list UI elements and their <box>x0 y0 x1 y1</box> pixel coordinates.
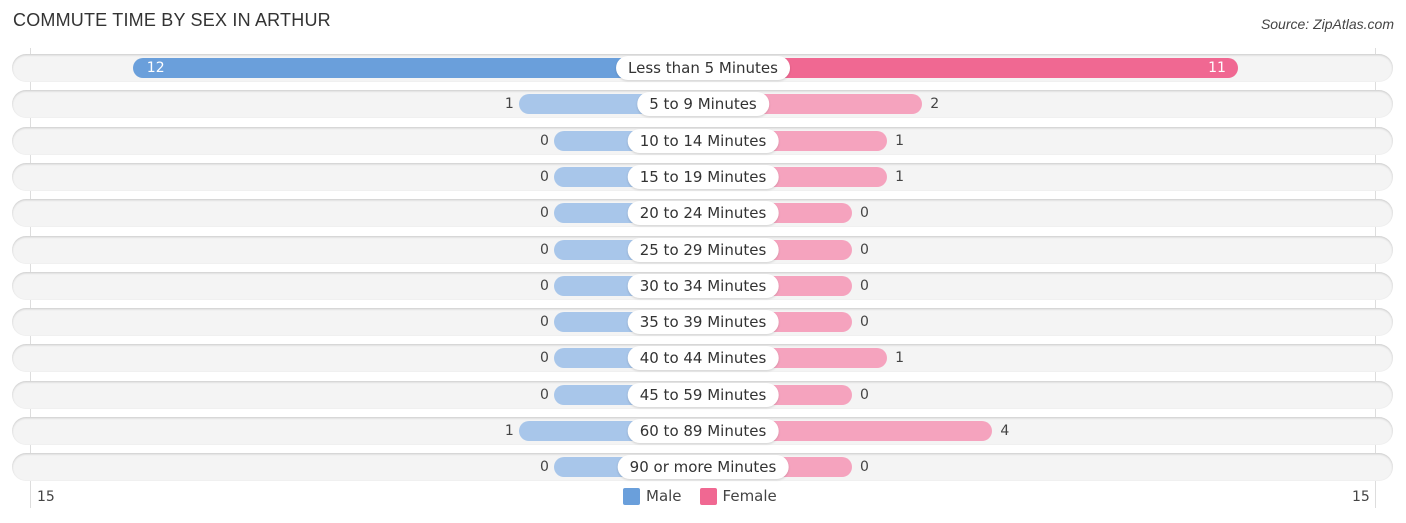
category-label: 20 to 24 Minutes <box>627 201 779 226</box>
value-label-female: 1 <box>895 168 905 185</box>
value-label-female: 11 <box>1208 60 1226 76</box>
value-label-male: 0 <box>540 168 549 185</box>
value-label-female: 0 <box>860 459 869 476</box>
value-label-male: 0 <box>540 459 549 476</box>
chart-title: COMMUTE TIME BY SEX IN ARTHUR <box>13 10 331 30</box>
legend-item-female: Female <box>699 487 777 505</box>
category-label: 90 or more Minutes <box>617 455 789 480</box>
axis-label-right: 15 <box>1352 489 1370 505</box>
value-label-female: 4 <box>1000 423 1010 439</box>
legend-swatch-male <box>623 487 640 505</box>
legend-item-male: Male <box>623 487 682 505</box>
source-label: Source: ZipAtlas.com <box>1260 16 1394 32</box>
value-label-female: 0 <box>860 386 869 403</box>
axis-label-left: 15 <box>37 489 55 505</box>
legend-swatch-female <box>699 487 717 505</box>
category-label: 35 to 39 Minutes <box>627 310 779 335</box>
category-label: Less than 5 Minutes <box>616 56 790 80</box>
category-label: 5 to 9 Minutes <box>637 92 769 117</box>
category-label: 25 to 29 Minutes <box>627 237 779 262</box>
value-label-male: 0 <box>540 386 549 403</box>
category-label: 45 to 59 Minutes <box>627 382 779 407</box>
value-label-female: 2 <box>930 96 940 113</box>
value-label-male: 0 <box>540 241 549 258</box>
value-label-male: 1 <box>504 96 514 113</box>
category-label: 40 to 44 Minutes <box>627 346 779 371</box>
category-label: 15 to 19 Minutes <box>627 164 779 189</box>
legend-label-male: Male <box>646 487 682 505</box>
value-label-male: 0 <box>540 205 549 222</box>
value-label-female: 0 <box>860 241 869 258</box>
legend: Male Female <box>623 487 795 505</box>
value-label-male: 0 <box>540 314 549 331</box>
value-label-male: 0 <box>540 350 549 367</box>
value-label-female: 0 <box>860 205 869 222</box>
legend-label-female: Female <box>722 487 777 505</box>
category-label: 60 to 89 Minutes <box>627 419 779 443</box>
value-label-female: 1 <box>895 350 905 367</box>
category-label: 30 to 34 Minutes <box>627 273 779 298</box>
value-label-male: 0 <box>540 132 549 149</box>
value-label-male: 1 <box>504 423 514 439</box>
value-label-female: 0 <box>860 314 869 331</box>
category-label: 10 to 14 Minutes <box>627 128 779 153</box>
value-label-female: 1 <box>895 132 905 149</box>
value-label-male: 0 <box>540 277 549 294</box>
value-label-male: 12 <box>146 60 165 76</box>
value-label-female: 0 <box>860 277 869 294</box>
